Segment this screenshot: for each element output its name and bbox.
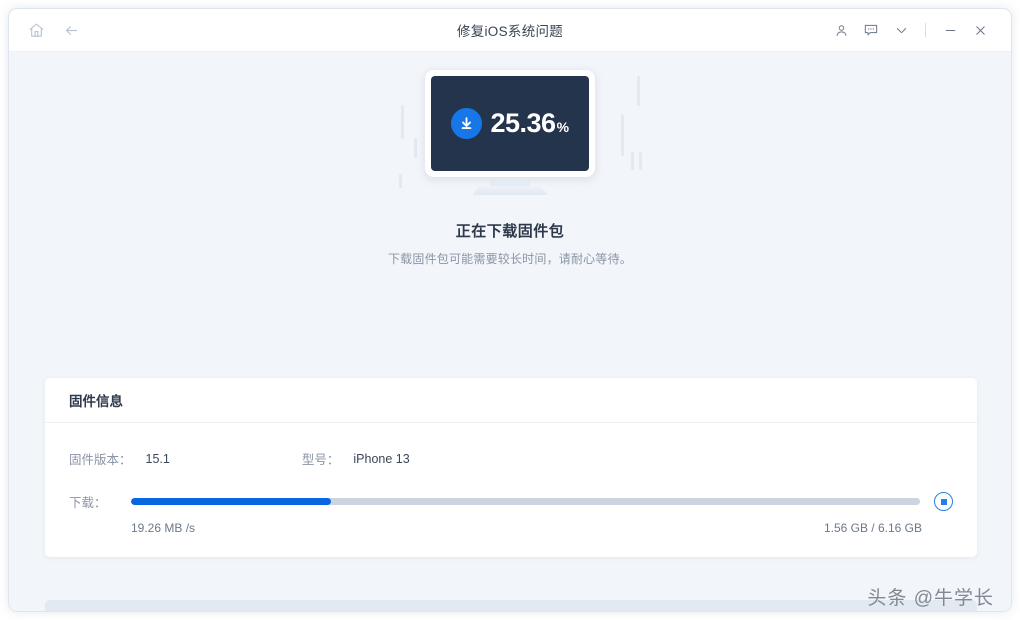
download-meta-row: 19.26 MB /s 1.56 GB / 6.16 GB	[69, 521, 953, 535]
hero-caption: 正在下载固件包 下载固件包可能需要较长时间，请耐心等待。	[9, 220, 1011, 267]
firmware-version-label: 固件版本：	[69, 453, 132, 467]
download-speed: 19.26 MB /s	[131, 521, 196, 535]
firmware-card-header: 固件信息	[45, 378, 977, 423]
watermark: 头条 @牛学长	[867, 588, 994, 609]
hero-title: 正在下载固件包	[455, 223, 565, 240]
user-account-icon[interactable]	[826, 15, 856, 45]
titlebar-divider	[925, 23, 926, 37]
monitor-screen: 25.36%	[431, 76, 589, 171]
monitor-frame: 25.36%	[425, 70, 595, 177]
monitor-stand-base	[472, 186, 548, 195]
download-arrow-icon	[451, 108, 483, 139]
download-percent-unit: %	[556, 119, 569, 135]
decorative-tick	[639, 152, 642, 170]
download-progress-row: 下载：	[69, 492, 953, 511]
close-icon[interactable]	[965, 15, 995, 45]
title-bar: 修复iOS系统问题	[9, 9, 1011, 52]
download-label: 下载：	[69, 496, 107, 510]
download-percent: 25.36%	[490, 108, 569, 138]
app-window: 修复iOS系统问题 25.36% 正在下载固件包 下载固件包可能需要较长时间，请…	[8, 8, 1012, 612]
monitor-graphic: 25.36%	[385, 70, 635, 195]
firmware-card-body: 固件版本： 15.1 型号： iPhone 13 下载： 19.26 MB /s…	[45, 423, 977, 557]
firmware-info-row: 固件版本： 15.1 型号： iPhone 13	[69, 449, 953, 468]
download-progress-fill	[131, 498, 332, 505]
hero-subtitle: 下载固件包可能需要较长时间，请耐心等待。	[387, 252, 632, 266]
minimize-icon[interactable]	[935, 15, 965, 45]
title-bar-controls	[826, 15, 1011, 45]
download-progress-bar	[131, 498, 920, 505]
title-bar-nav	[9, 21, 81, 40]
download-size: 1.56 GB / 6.16 GB	[823, 521, 922, 535]
firmware-info-card: 固件信息 固件版本： 15.1 型号： iPhone 13 下载： 19.26 …	[45, 378, 977, 557]
firmware-card-title: 固件信息	[69, 394, 123, 409]
browser-download-notice: 无法获取固件？请点击此处通过浏览器进行下载。	[45, 600, 977, 611]
message-bubble-icon[interactable]	[856, 15, 886, 45]
download-hero: 25.36% 正在下载固件包 下载固件包可能需要较长时间，请耐心等待。	[9, 70, 1011, 285]
stop-button-icon[interactable]	[934, 492, 953, 511]
chevron-down-icon[interactable]	[886, 15, 916, 45]
device-model-label: 型号：	[301, 453, 340, 467]
stop-square	[940, 498, 947, 505]
home-icon[interactable]	[27, 21, 46, 40]
device-model-value: iPhone 13	[353, 451, 410, 466]
decorative-tick	[637, 76, 640, 106]
monitor-stand-neck	[490, 177, 530, 186]
page-content: 25.36% 正在下载固件包 下载固件包可能需要较长时间，请耐心等待。 固件信息…	[9, 70, 1011, 611]
back-arrow-icon[interactable]	[62, 21, 81, 40]
download-percent-value: 25.36	[490, 108, 556, 138]
firmware-version-value: 15.1	[145, 451, 170, 466]
